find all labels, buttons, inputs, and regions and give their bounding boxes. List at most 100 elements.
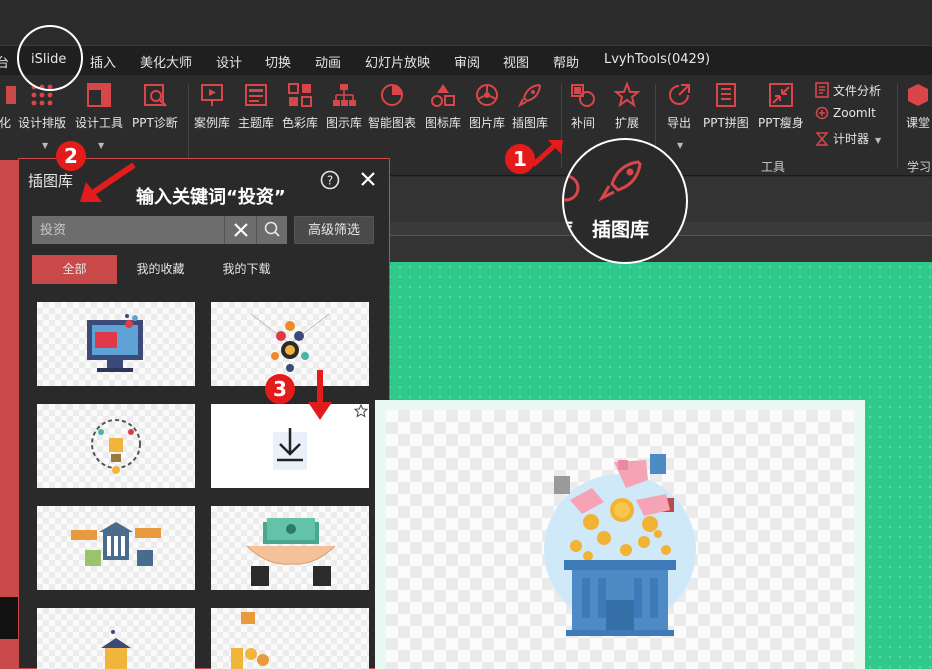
file-analysis-button[interactable]: 文件分析 — [815, 82, 881, 99]
zoomit-label: ZoomIt — [833, 106, 876, 120]
chevron-down-icon[interactable]: ▼ — [677, 141, 683, 150]
zoom-label: 插图库 — [592, 218, 649, 241]
tab-downloads[interactable]: 我的下载 — [204, 255, 289, 284]
zoom-plus-icon — [815, 106, 829, 120]
palette-icon — [288, 83, 312, 107]
illustration-lib-label: 插图库 — [512, 116, 549, 130]
rocket-icon: 插图库 库 — [564, 160, 649, 241]
highlight-circle — [17, 25, 83, 91]
arrow-icon — [531, 140, 563, 167]
tween-button[interactable]: 补间 — [570, 82, 596, 131]
cut-icon — [6, 86, 16, 104]
ribbon-cut-label: 化 — [0, 116, 11, 130]
theme-lib-label: 主题库 — [238, 116, 275, 130]
close-icon — [234, 223, 248, 237]
search-input[interactable] — [32, 216, 224, 244]
close-icon[interactable] — [359, 170, 377, 188]
menu-item-slideshow[interactable]: 幻灯片放映 — [365, 52, 430, 71]
icon-lib-button[interactable]: 图标库 — [425, 82, 461, 131]
illustration-thumbnail-hovered[interactable] — [211, 404, 369, 488]
advanced-filter-button[interactable]: 高级筛选 — [294, 216, 374, 244]
design-tools-label: 设计工具 — [75, 116, 124, 130]
ppt-collage-label: PPT拼图 — [703, 116, 749, 130]
classroom-button[interactable]: 课堂 — [905, 82, 931, 131]
zoomit-button[interactable]: ZoomIt — [815, 106, 876, 120]
menu-item-animation[interactable]: 动画 — [315, 52, 341, 71]
preview-image — [386, 410, 854, 669]
illustration-thumbnail[interactable] — [37, 404, 195, 488]
extend-button[interactable]: 扩展 — [614, 82, 640, 131]
illustration-thumbnail[interactable] — [37, 302, 195, 386]
cube-icon — [908, 84, 928, 106]
download-icon — [273, 428, 307, 470]
search-button[interactable] — [256, 216, 287, 244]
menu-item-cut[interactable]: 台 — [0, 52, 9, 71]
growth-illustration — [231, 612, 269, 669]
ppt-diagnosis-button[interactable]: PPT诊断 — [132, 82, 178, 131]
menu-item-transition[interactable]: 切换 — [265, 52, 291, 71]
side-strip-dark — [0, 597, 18, 639]
illustration-thumbnail[interactable] — [211, 506, 369, 590]
illustration-thumbnail[interactable] — [211, 608, 369, 669]
theme-lib-button[interactable]: 主题库 — [238, 82, 274, 131]
file-analysis-label: 文件分析 — [833, 84, 882, 98]
help-icon[interactable]: ? — [320, 170, 340, 190]
illustration-thumbnail[interactable] — [37, 506, 195, 590]
ppt-slim-label: PPT瘦身 — [758, 116, 804, 130]
menu-bar: 台 iSlide 插入 美化大师 设计 切换 动画 幻灯片放映 审阅 视图 帮助… — [0, 45, 932, 75]
theme-icon — [245, 84, 267, 106]
svg-text:?: ? — [327, 174, 333, 188]
timer-button[interactable]: 计时器 ▼ — [815, 130, 881, 147]
clear-search-button[interactable] — [224, 216, 256, 244]
color-lib-button[interactable]: 色彩库 — [282, 82, 318, 131]
menu-item-review[interactable]: 审阅 — [454, 52, 480, 71]
star-icon[interactable] — [354, 404, 368, 418]
tab-favorites[interactable]: 我的收藏 — [118, 255, 203, 284]
menu-item-beautify[interactable]: 美化大师 — [140, 52, 192, 71]
smart-chart-label: 智能图表 — [368, 116, 417, 130]
learn-group-label: 学习 — [907, 160, 932, 174]
tools-group-label: 工具 — [761, 160, 786, 174]
color-lib-label: 色彩库 — [282, 116, 319, 130]
design-tools-button[interactable]: 设计工具 — [75, 82, 123, 131]
illustration-lib-button[interactable]: 插图库 — [512, 82, 548, 131]
menu-item-lvyhtools[interactable]: LvyhTools(0429) — [604, 52, 710, 67]
case-lib-button[interactable]: 案例库 — [194, 82, 230, 131]
ppt-slim-button[interactable]: PPT瘦身 — [758, 82, 804, 131]
ppt-collage-button[interactable]: PPT拼图 — [703, 82, 749, 131]
ribbon-cut-button[interactable]: 化 — [0, 82, 18, 131]
export-icon — [669, 84, 690, 105]
arrow-icon — [308, 370, 332, 420]
wheel-icon — [476, 84, 498, 106]
image-lib-button[interactable]: 图片库 — [469, 82, 505, 131]
money-hands-illustration — [246, 518, 336, 586]
icon-lib-label: 图标库 — [425, 116, 462, 130]
title-bar — [0, 0, 932, 45]
collage-icon — [715, 83, 736, 107]
illustration-thumbnail[interactable] — [211, 302, 369, 386]
smart-chart-button[interactable]: 智能图表 — [368, 82, 416, 131]
menu-item-design[interactable]: 设计 — [216, 52, 242, 71]
illustration-thumbnail[interactable] — [37, 608, 195, 669]
menu-item-help[interactable]: 帮助 — [553, 52, 579, 71]
step-3-badge: 3 — [265, 374, 295, 404]
export-label: 导出 — [666, 116, 691, 130]
diagram-lib-label: 图示库 — [326, 116, 363, 130]
timer-label: 计时器 — [833, 132, 870, 146]
ribbon-separator — [188, 84, 189, 168]
layout-icon — [87, 83, 111, 107]
file-icon — [815, 82, 829, 98]
menu-item-view[interactable]: 视图 — [503, 52, 529, 71]
hourglass-icon — [815, 132, 829, 146]
chevron-down-icon[interactable]: ▼ — [98, 141, 104, 150]
menu-item-insert[interactable]: 插入 — [90, 52, 116, 71]
export-button[interactable]: 导出 — [666, 82, 692, 131]
tab-all[interactable]: 全部 — [32, 255, 117, 284]
instruction-text: 输入关键词“投资” — [136, 187, 286, 208]
chevron-down-icon[interactable]: ▼ — [875, 136, 881, 145]
design-layout-label: 设计排版 — [18, 116, 67, 130]
search-icon — [264, 221, 280, 237]
chevron-down-icon[interactable]: ▼ — [42, 141, 48, 150]
diagram-lib-button[interactable]: 图示库 — [326, 82, 362, 131]
bank-investment-illustration — [544, 454, 696, 636]
